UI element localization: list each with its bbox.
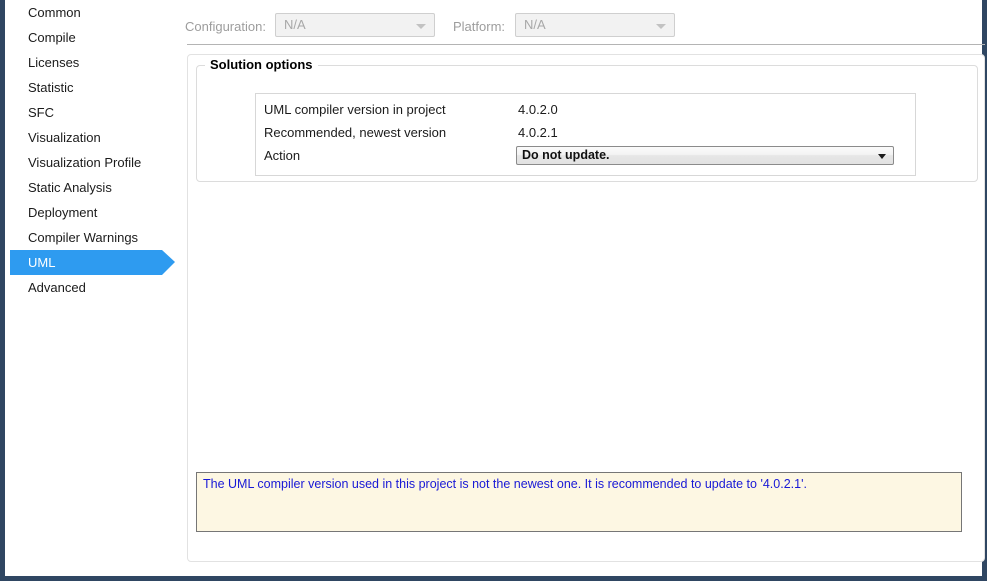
sidebar-item-uml[interactable]: UML	[10, 250, 162, 275]
project-version-label: UML compiler version in project	[264, 102, 446, 117]
sidebar-item-label: Static Analysis	[28, 180, 112, 195]
sidebar-item-label: Deployment	[28, 205, 97, 220]
table-row: UML compiler version in project 4.0.2.0	[256, 102, 915, 125]
sidebar-item-static-analysis[interactable]: Static Analysis	[10, 175, 180, 200]
platform-dropdown[interactable]: N/A	[515, 13, 675, 37]
sidebar-item-label: Compiler Warnings	[28, 230, 138, 245]
sidebar-item-label: Common	[28, 5, 81, 20]
solution-options-groupbox: Solution options UML compiler version in…	[196, 65, 978, 182]
toolbar-separator	[187, 44, 985, 45]
sidebar-item-common[interactable]: Common	[10, 0, 180, 25]
table-row: Recommended, newest version 4.0.2.1	[256, 125, 915, 148]
selection-arrow-icon	[162, 250, 175, 275]
sidebar-item-statistic[interactable]: Statistic	[10, 75, 180, 100]
sidebar-item-label: Compile	[28, 30, 76, 45]
sidebar-item-advanced[interactable]: Advanced	[10, 275, 180, 300]
action-dropdown[interactable]: Do not update.	[516, 146, 894, 165]
configuration-toolbar: Configuration: N/A Platform: N/A	[185, 0, 985, 44]
configuration-label: Configuration:	[185, 19, 266, 34]
action-value: Do not update.	[522, 148, 610, 162]
sidebar-item-compiler-warnings[interactable]: Compiler Warnings	[10, 225, 180, 250]
chevron-down-icon	[878, 154, 886, 159]
sidebar-item-deployment[interactable]: Deployment	[10, 200, 180, 225]
chevron-down-icon	[656, 24, 666, 29]
sidebar-item-label: Visualization	[28, 130, 101, 145]
platform-value: N/A	[524, 17, 546, 32]
sidebar-item-label: Licenses	[28, 55, 79, 70]
recommended-version-value: 4.0.2.1	[518, 125, 558, 140]
chevron-down-icon	[416, 24, 426, 29]
info-message-text: The UML compiler version used in this pr…	[203, 477, 955, 492]
sidebar-item-visualization[interactable]: Visualization	[10, 125, 180, 150]
settings-category-sidebar: Common Compile Licenses Statistic SFC Vi…	[10, 0, 180, 576]
sidebar-item-label: Advanced	[28, 280, 86, 295]
configuration-dropdown[interactable]: N/A	[275, 13, 435, 37]
recommended-version-label: Recommended, newest version	[264, 125, 446, 140]
groupbox-title: Solution options	[205, 57, 318, 72]
sidebar-item-label: UML	[28, 255, 55, 270]
sidebar-item-label: Statistic	[28, 80, 74, 95]
sidebar-item-licenses[interactable]: Licenses	[10, 50, 180, 75]
sidebar-item-label: Visualization Profile	[28, 155, 141, 170]
sidebar-item-sfc[interactable]: SFC	[10, 100, 180, 125]
version-info-box: UML compiler version in project 4.0.2.0 …	[255, 93, 916, 176]
platform-label: Platform:	[453, 19, 505, 34]
uml-settings-panel: Solution options UML compiler version in…	[187, 54, 985, 562]
configuration-value: N/A	[284, 17, 306, 32]
project-version-value: 4.0.2.0	[518, 102, 558, 117]
action-label: Action	[264, 148, 300, 163]
sidebar-item-compile[interactable]: Compile	[10, 25, 180, 50]
settings-window: Common Compile Licenses Statistic SFC Vi…	[0, 0, 987, 581]
sidebar-item-label: SFC	[28, 105, 54, 120]
info-message-box: The UML compiler version used in this pr…	[196, 472, 962, 532]
sidebar-item-visualization-profile[interactable]: Visualization Profile	[10, 150, 180, 175]
